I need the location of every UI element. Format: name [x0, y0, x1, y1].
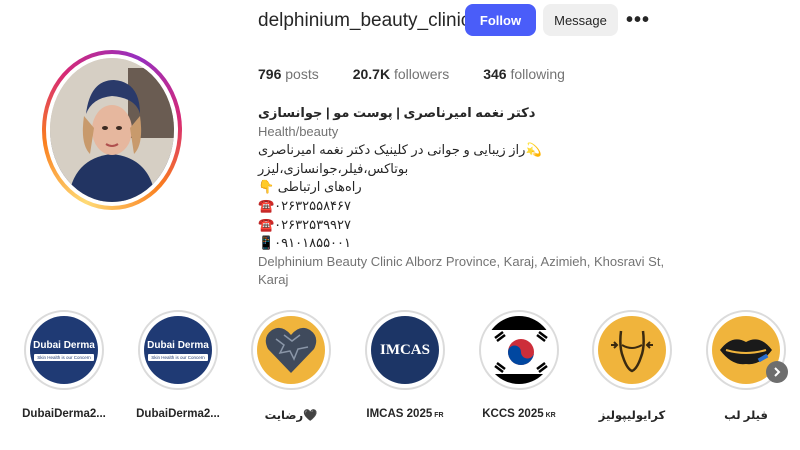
following-stat[interactable]: 346 following — [483, 66, 565, 82]
story-label: DubaiDerma2... — [22, 408, 106, 420]
story-label: فیلر لب — [724, 410, 768, 422]
flag-badge: FR — [434, 412, 444, 419]
story-ring — [592, 310, 672, 390]
dubai-derma-logo-text: Dubai Derma — [147, 339, 209, 351]
heart-icon — [257, 316, 325, 384]
story-label-text: IMCAS 2025 — [366, 408, 433, 420]
profile-display-name: دکتر نغمه امیرناصری | پوست مو | جوانسازی — [258, 105, 536, 120]
story-highlights: Dubai Derma Skin Health is our Concern D… — [0, 310, 800, 450]
profile-address[interactable]: Delphinium Beauty Clinic Alborz Province… — [258, 253, 678, 290]
following-label: following — [510, 66, 565, 82]
imcas-logo-thumb: IMCAS — [371, 316, 439, 384]
profile-avatar-frame — [46, 54, 178, 206]
more-options-icon[interactable]: ••• — [626, 9, 650, 32]
avatar[interactable] — [50, 58, 174, 202]
story-ring: Dubai Derma Skin Health is our Concern — [138, 310, 218, 390]
body-contour-icon — [598, 316, 666, 384]
story-highlight-kccs[interactable]: KCCS 2025 KR — [461, 310, 577, 420]
story-highlight-dubaiderma-1[interactable]: Dubai Derma Skin Health is our Concern D… — [6, 310, 122, 420]
bio-line: راه‌های ارتباطی 👇 — [258, 179, 362, 195]
bio-mobile: 📱۰۹۱۰۱۸۵۵۰۰۱ — [258, 235, 351, 251]
followers-count: 20.7K — [352, 66, 391, 82]
profile-username: delphinium_beauty_clinic — [258, 10, 471, 31]
story-label: DubaiDerma2... — [136, 408, 220, 420]
bio-line: 💫راز زیبایی و جوانی در کلینیک دکتر نغمه … — [258, 142, 542, 158]
story-ring: Dubai Derma Skin Health is our Concern — [24, 310, 104, 390]
story-label: کرایولیپولیز — [598, 410, 666, 422]
dubai-derma-logo-text: Dubai Derma — [33, 339, 95, 351]
story-highlight-dubaiderma-2[interactable]: Dubai Derma Skin Health is our Concern D… — [120, 310, 236, 420]
profile-stats: 796 posts 20.7K followers 346 following — [258, 66, 565, 82]
story-label: KCCS 2025 KR — [461, 408, 577, 420]
story-label-text: KCCS 2025 — [482, 408, 544, 420]
profile-category: Health/beauty — [258, 123, 339, 139]
message-button[interactable]: Message — [543, 4, 618, 36]
followers-stat[interactable]: 20.7K followers — [353, 66, 450, 82]
profile-bio: دکتر نغمه امیرناصری | پوست مو | جوانسازی… — [258, 104, 678, 290]
story-highlight-satisfaction[interactable]: رضایت🖤 — [233, 310, 349, 422]
dubai-derma-logo-thumb: Dubai Derma Skin Health is our Concern — [144, 316, 212, 384]
profile-avatar-ring[interactable] — [42, 50, 182, 210]
story-highlight-cryolipolysis[interactable]: کرایولیپولیز — [574, 310, 690, 422]
dubai-derma-tagline: Skin Health is our Concern — [148, 353, 208, 361]
bio-phone: ☎️۰۲۶۳۲۵۵۸۴۶۷ — [258, 197, 351, 213]
flag-badge: KR — [545, 412, 556, 419]
story-highlight-imcas[interactable]: IMCAS IMCAS 2025 FR — [347, 310, 463, 420]
korea-flag-icon — [485, 316, 553, 384]
dubai-derma-tagline: Skin Health is our Concern — [34, 353, 94, 361]
posts-stat: 796 posts — [258, 66, 319, 82]
followers-label: followers — [393, 66, 450, 82]
posts-label: posts — [285, 66, 319, 82]
bio-line: بوتاکس،فیلر،جوانسازی،لیزر — [258, 160, 409, 176]
story-label: رضایت🖤 — [264, 410, 318, 422]
story-ring — [479, 310, 559, 390]
dubai-derma-logo-thumb: Dubai Derma Skin Health is our Concern — [30, 316, 98, 384]
following-count: 346 — [483, 66, 507, 82]
story-label: IMCAS 2025 FR — [347, 408, 463, 420]
follow-button[interactable]: Follow — [465, 4, 536, 36]
posts-count: 796 — [258, 66, 282, 82]
story-ring: IMCAS — [365, 310, 445, 390]
story-ring — [251, 310, 331, 390]
avatar-portrait-image — [50, 58, 174, 202]
bio-phone: ☎️۰۲۶۳۲۵۳۹۹۲۷ — [258, 216, 351, 232]
chevron-right-icon[interactable] — [766, 361, 788, 383]
